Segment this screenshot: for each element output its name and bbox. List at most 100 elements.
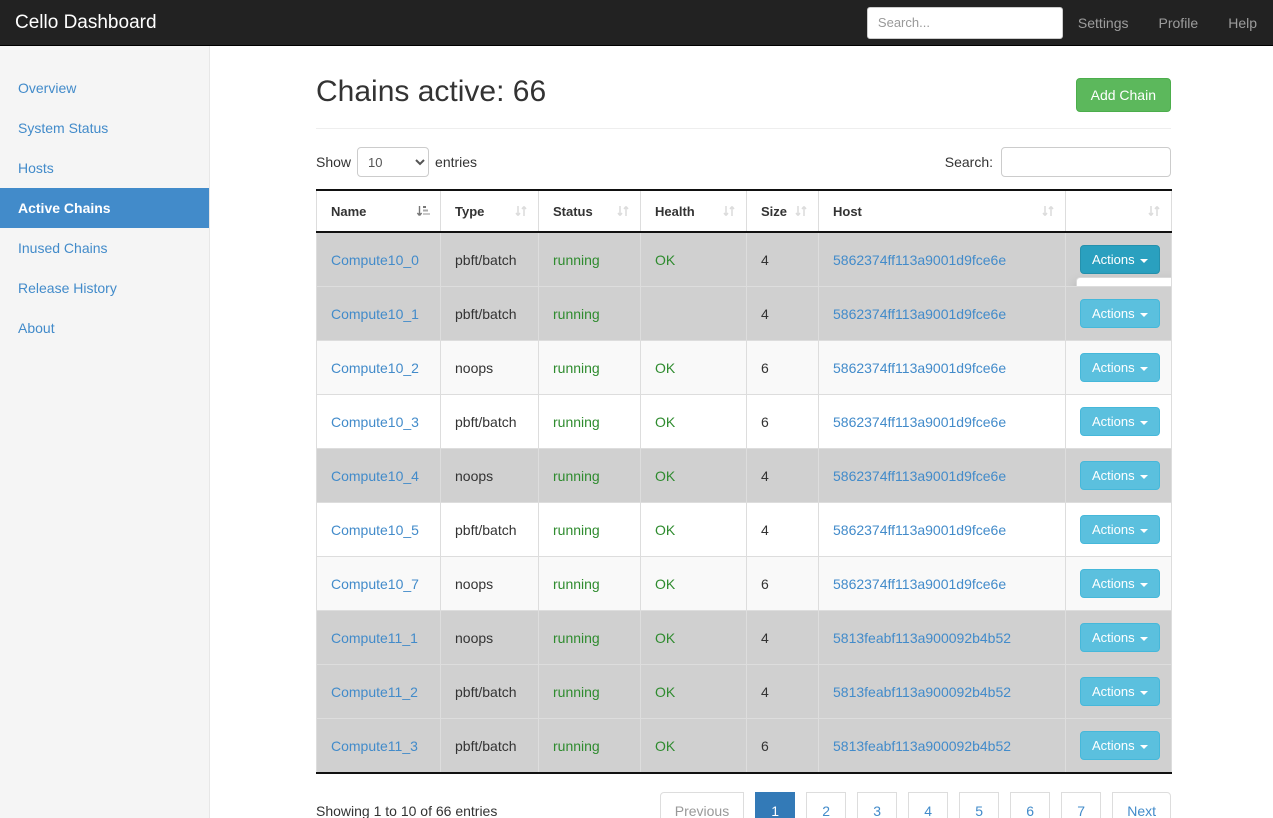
sidebar-item-about[interactable]: About — [0, 308, 209, 348]
health-text: OK — [655, 360, 675, 376]
chain-name-link[interactable]: Compute10_1 — [331, 306, 419, 322]
page-header: Chains active: 66 Add Chain — [316, 74, 1171, 129]
dropdown-item-start[interactable]: Start — [1077, 283, 1172, 287]
sort-both-icon — [514, 204, 528, 218]
host-link[interactable]: 5813feabf113a900092b4b52 — [833, 684, 1011, 700]
column-header-host[interactable]: Host — [819, 190, 1066, 232]
actions-button[interactable]: Actions — [1080, 353, 1160, 382]
pagination-page-4[interactable]: 4 — [908, 792, 948, 818]
status-text: running — [553, 576, 600, 592]
actions-button[interactable]: Actions — [1080, 407, 1160, 436]
actions-button[interactable]: Actions — [1080, 245, 1160, 274]
chain-name-link[interactable]: Compute11_2 — [331, 684, 418, 700]
actions-dropdown-menu: StartStopRestartDeleteRelease — [1076, 277, 1172, 287]
actions-button[interactable]: Actions — [1080, 515, 1160, 544]
column-header-status[interactable]: Status — [539, 190, 641, 232]
sidebar-item-release-history[interactable]: Release History — [0, 268, 209, 308]
nav-link-profile[interactable]: Profile — [1144, 0, 1214, 46]
pagination-page-6[interactable]: 6 — [1010, 792, 1050, 818]
cell-health: OK — [641, 232, 747, 287]
cell-health: OK — [641, 341, 747, 395]
pagination-page-1[interactable]: 1 — [755, 792, 795, 818]
cell-size: 4 — [747, 611, 819, 665]
actions-button-label: Actions — [1092, 306, 1135, 321]
host-link[interactable]: 5813feabf113a900092b4b52 — [833, 738, 1011, 754]
host-link[interactable]: 5862374ff113a9001d9fce6e — [833, 522, 1006, 538]
table-row[interactable]: Compute10_4noopsrunningOK45862374ff113a9… — [317, 449, 1172, 503]
actions-dropdown-wrapper: Actions — [1080, 677, 1160, 706]
cell-name: Compute10_5 — [317, 503, 441, 557]
table-row[interactable]: Compute10_3pbft/batchrunningOK65862374ff… — [317, 395, 1172, 449]
page-length-select[interactable]: 10 25 50 100 — [357, 147, 429, 177]
cell-name: Compute11_2 — [317, 665, 441, 719]
actions-button[interactable]: Actions — [1080, 731, 1160, 760]
column-header-type[interactable]: Type — [441, 190, 539, 232]
pagination-next[interactable]: Next — [1112, 792, 1171, 818]
nav-link-settings[interactable]: Settings — [1063, 0, 1144, 46]
chain-name-link[interactable]: Compute10_5 — [331, 522, 419, 538]
column-header-size[interactable]: Size — [747, 190, 819, 232]
chain-name-link[interactable]: Compute10_7 — [331, 576, 419, 592]
table-row[interactable]: Compute10_0pbft/batchrunningOK45862374ff… — [317, 232, 1172, 287]
host-link[interactable]: 5862374ff113a9001d9fce6e — [833, 306, 1006, 322]
table-row[interactable]: Compute10_5pbft/batchrunningOK45862374ff… — [317, 503, 1172, 557]
chain-name-link[interactable]: Compute11_3 — [331, 738, 418, 754]
host-link[interactable]: 5813feabf113a900092b4b52 — [833, 630, 1011, 646]
sidebar-item-active-chains[interactable]: Active Chains — [0, 188, 209, 228]
sidebar-item-inused-chains[interactable]: Inused Chains — [0, 228, 209, 268]
chain-name-link[interactable]: Compute10_2 — [331, 360, 419, 376]
actions-button[interactable]: Actions — [1080, 461, 1160, 490]
search-label: Search: — [945, 154, 993, 170]
sidebar-item-system-status[interactable]: System Status — [0, 108, 209, 148]
table-row[interactable]: Compute11_3pbft/batchrunningOK65813feabf… — [317, 719, 1172, 774]
pagination-previous[interactable]: Previous — [660, 792, 744, 818]
table-row[interactable]: Compute11_1noopsrunningOK45813feabf113a9… — [317, 611, 1172, 665]
column-header-name[interactable]: Name — [317, 190, 441, 232]
host-link[interactable]: 5862374ff113a9001d9fce6e — [833, 360, 1006, 376]
table-search-input[interactable] — [1001, 147, 1171, 177]
chain-name-link[interactable]: Compute10_4 — [331, 468, 419, 484]
host-link[interactable]: 5862374ff113a9001d9fce6e — [833, 576, 1006, 592]
caret-down-icon — [1140, 475, 1148, 479]
actions-button[interactable]: Actions — [1080, 677, 1160, 706]
nav-link-help[interactable]: Help — [1213, 0, 1273, 46]
entries-label: entries — [435, 154, 477, 170]
table-row[interactable]: Compute10_2noopsrunningOK65862374ff113a9… — [317, 341, 1172, 395]
table-row[interactable]: Compute10_7noopsrunningOK65862374ff113a9… — [317, 557, 1172, 611]
table-body: Compute10_0 pbft/batch running OK 4 5862374ff… — [317, 232, 1172, 773]
sidebar-item-hosts[interactable]: Hosts — [0, 148, 209, 188]
cell-host: 5813feabf113a900092b4b52 — [819, 611, 1066, 665]
host-link[interactable]: 5862374ff113a9001d9fce6e — [833, 468, 1006, 484]
navbar-search-input[interactable] — [867, 7, 1063, 39]
actions-dropdown-wrapper: ActionsStartStopRestartDeleteRelease — [1080, 245, 1160, 274]
cell-actions: Actions — [1066, 287, 1172, 341]
chain-name-link[interactable]: Compute10_0 — [331, 252, 419, 268]
cell-actions: Actions — [1066, 503, 1172, 557]
chain-name-link[interactable]: Compute10_3 — [331, 414, 419, 430]
cell-type: noops — [441, 557, 539, 611]
pagination-page-2[interactable]: 2 — [806, 792, 846, 818]
table-row[interactable]: Compute11_2pbft/batchrunningOK45813feabf… — [317, 665, 1172, 719]
actions-button[interactable]: Actions — [1080, 299, 1160, 328]
column-header-health[interactable]: Health — [641, 190, 747, 232]
sidebar-item-overview[interactable]: Overview — [0, 68, 209, 108]
caret-down-icon — [1140, 421, 1148, 425]
column-header-actions[interactable] — [1066, 190, 1172, 232]
sort-both-icon — [1041, 204, 1055, 218]
brand-title[interactable]: Cello Dashboard — [0, 0, 172, 46]
host-link[interactable]: 5862374ff113a9001d9fce6e — [833, 252, 1006, 268]
status-text: running — [553, 306, 600, 322]
pagination-page-7[interactable]: 7 — [1061, 792, 1101, 818]
pagination-page-5[interactable]: 5 — [959, 792, 999, 818]
cell-health: OK — [641, 449, 747, 503]
actions-button[interactable]: Actions — [1080, 569, 1160, 598]
actions-button[interactable]: Actions — [1080, 623, 1160, 652]
pagination-page-3[interactable]: 3 — [857, 792, 897, 818]
table-row[interactable]: Compute10_1pbft/batchrunning45862374ff11… — [317, 287, 1172, 341]
add-chain-button[interactable]: Add Chain — [1076, 78, 1171, 112]
health-text: OK — [655, 684, 675, 700]
host-link[interactable]: 5862374ff113a9001d9fce6e — [833, 414, 1006, 430]
cell-type: pbft/batch — [441, 719, 539, 774]
chain-name-link[interactable]: Compute11_1 — [331, 630, 418, 646]
caret-down-icon — [1140, 313, 1148, 317]
